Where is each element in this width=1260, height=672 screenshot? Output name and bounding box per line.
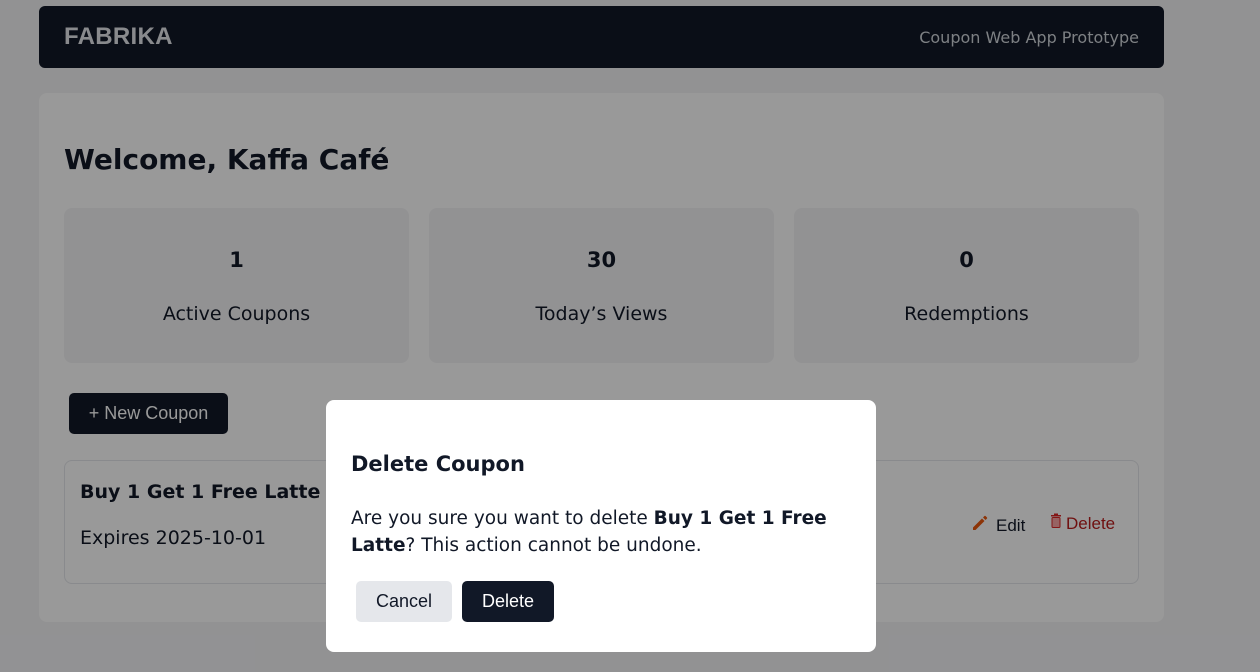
- confirm-delete-button[interactable]: Delete: [462, 581, 554, 622]
- delete-coupon-dialog: Delete Coupon Are you sure you want to d…: [326, 400, 876, 652]
- page: FABRIKA Coupon Web App Prototype Welcome…: [0, 0, 1260, 672]
- message-suffix: ? This action cannot be undone.: [405, 535, 702, 556]
- cancel-button[interactable]: Cancel: [356, 581, 452, 622]
- dialog-title: Delete Coupon: [351, 452, 525, 476]
- dialog-message: Are you sure you want to delete Buy 1 Ge…: [351, 505, 831, 559]
- message-prefix: Are you sure you want to delete: [351, 508, 654, 529]
